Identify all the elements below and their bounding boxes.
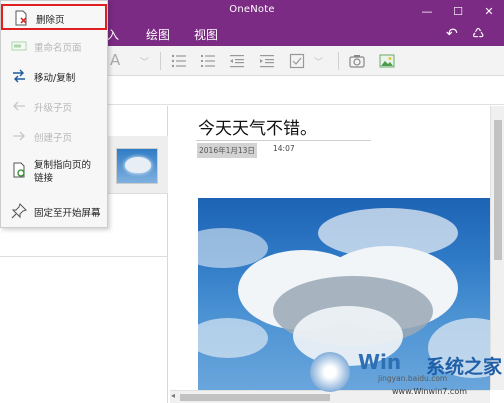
- pane-divider: [0, 256, 168, 257]
- tab-draw[interactable]: 绘图: [146, 26, 170, 43]
- menu-item-promote-subpage[interactable]: 升级子页: [1, 94, 107, 120]
- title-underline: [196, 140, 371, 141]
- menu-item-label: 创建子页: [34, 133, 73, 144]
- watermark-url-top: jingyan.baidu.com: [378, 374, 448, 383]
- chevron-down-icon[interactable]: ﹀: [314, 55, 332, 73]
- menu-item-label: 移动/复制: [34, 73, 76, 84]
- decrease-indent-icon[interactable]: [228, 52, 246, 70]
- chevron-down-icon[interactable]: ﹀: [140, 55, 158, 73]
- tab-view[interactable]: 视图: [194, 26, 218, 43]
- page-title[interactable]: 今天天气不错。: [198, 114, 317, 139]
- page-time: 14:07: [273, 144, 295, 153]
- numbered-list-icon[interactable]: [199, 52, 217, 70]
- pin-icon: [11, 203, 27, 219]
- menu-item-label: 删除页: [36, 15, 65, 26]
- scroll-left-icon[interactable]: ◂: [171, 391, 175, 400]
- page-context-menu: 删除页 重命名页面 移动/复制 升级子页 创建子页 复制指向页的 链接 固定至开…: [0, 0, 108, 228]
- watermark: Win 系统之家 jingyan.baidu.com www.Winwin7.c…: [306, 346, 504, 403]
- menu-item-delete-page[interactable]: 删除页: [1, 4, 107, 30]
- menu-item-move-copy[interactable]: 移动/复制: [1, 64, 107, 90]
- page-thumbnail: [116, 148, 158, 184]
- menu-item-label: 固定至开始屏幕: [34, 208, 101, 219]
- increase-indent-icon[interactable]: [258, 52, 276, 70]
- menu-item-label: 重命名页面: [34, 43, 82, 54]
- vertical-scroll-thumb[interactable]: [494, 120, 502, 260]
- menu-item-pin-to-start[interactable]: 固定至开始屏幕: [1, 199, 107, 225]
- move-copy-icon: [13, 69, 25, 83]
- windows-logo-icon: [310, 352, 350, 392]
- rename-icon: [11, 41, 27, 51]
- menu-item-label-line1: 复制指向页的: [34, 160, 92, 171]
- cloud-shape: [198, 318, 268, 358]
- arrow-right-icon: [13, 131, 25, 141]
- camera-icon[interactable]: [348, 52, 366, 70]
- arrow-left-icon: [13, 101, 25, 111]
- bullet-list-icon[interactable]: [170, 52, 188, 70]
- font-color-icon[interactable]: A: [110, 51, 128, 69]
- undo-icon[interactable]: ↶: [446, 26, 458, 42]
- tab-insert[interactable]: 入: [107, 26, 119, 43]
- picture-icon[interactable]: [378, 52, 396, 70]
- toolbar-divider: [338, 52, 339, 70]
- copy-link-icon: [13, 162, 25, 178]
- watermark-url-bottom: www.Winwin7.com: [392, 387, 468, 396]
- menu-item-copy-link[interactable]: 复制指向页的 链接: [1, 156, 107, 192]
- menu-item-label: 复制指向页的 链接: [34, 159, 91, 185]
- maximize-button[interactable]: ☐: [443, 0, 473, 24]
- cloud-image: [125, 157, 151, 173]
- menu-item-label-line2: 链接: [34, 173, 54, 184]
- watermark-brand: Win: [358, 350, 402, 374]
- share-icon[interactable]: ♺: [472, 26, 485, 42]
- toolbar-divider: [160, 52, 161, 70]
- minimize-button[interactable]: —: [412, 0, 442, 24]
- delete-page-icon: [15, 10, 27, 26]
- menu-item-create-subpage[interactable]: 创建子页: [1, 124, 107, 150]
- checkbox-tag-icon[interactable]: [288, 52, 306, 70]
- page-date: 2016年1月13日: [197, 143, 257, 158]
- close-button[interactable]: ✕: [474, 0, 504, 24]
- menu-item-label: 升级子页: [34, 103, 73, 114]
- menu-item-rename-page[interactable]: 重命名页面: [1, 34, 107, 60]
